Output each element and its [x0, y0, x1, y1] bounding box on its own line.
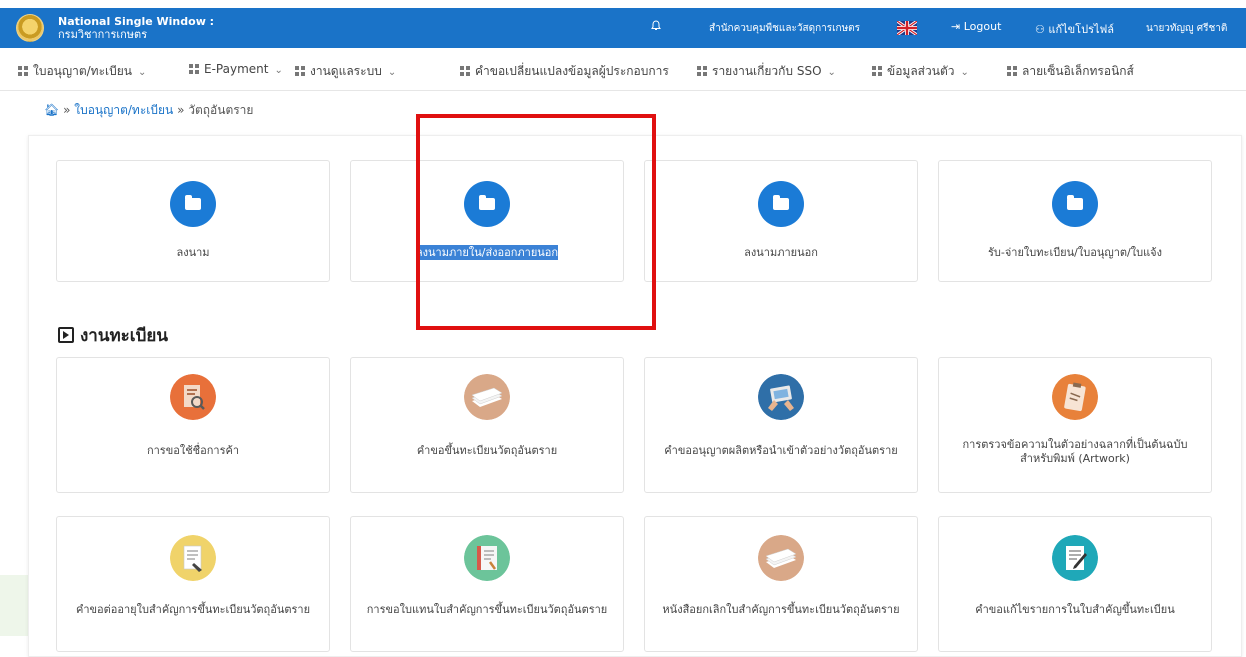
tablet-hand-icon	[758, 374, 804, 420]
menu-license-registration[interactable]: ใบอนุญาต/ทะเบียน ⌄	[18, 62, 146, 81]
play-square-icon	[58, 327, 74, 343]
edit-note-icon	[1052, 535, 1098, 581]
grid-icon	[18, 66, 28, 76]
breadcrumb: 🏠︎ » ใบอนุญาต/ทะเบียน » วัตถุอันตราย	[44, 101, 253, 120]
breadcrumb-current: วัตถุอันตราย	[188, 103, 254, 117]
background-accent	[0, 575, 28, 636]
menu-label: รายงานเกี่ยวกับ SSO	[712, 64, 822, 78]
folder-icon	[170, 181, 216, 227]
breadcrumb-link-license[interactable]: ใบอนุญาต/ทะเบียน	[74, 103, 173, 117]
department-link[interactable]: สำนักควบคุมพืชและวัสดุการเกษตร	[709, 21, 860, 36]
edit-profile-label: แก้ไขโปรไฟล์	[1048, 23, 1115, 36]
card-label: คำขออนุญาตผลิตหรือนำเข้าตัวอย่างวัตถุอัน…	[664, 444, 898, 457]
uk-flag-icon[interactable]	[897, 21, 917, 35]
card-trade-name[interactable]: การขอใช้ชื่อการค้า	[56, 357, 330, 493]
menu-change-operator-info[interactable]: คำขอเปลี่ยนแปลงข้อมูลผู้ประกอบการ	[460, 62, 669, 81]
menu-label: งานดูแลระบบ	[310, 64, 382, 78]
chevron-down-icon: ⌄	[827, 67, 836, 78]
card-label: ลงนาม	[176, 246, 210, 259]
menu-e-signature[interactable]: ลายเซ็นอิเล็กทรอนิกส์	[1007, 62, 1134, 81]
user-name[interactable]: นายวทัญญู ศรีชาติ	[1146, 21, 1227, 36]
folder-icon	[758, 181, 804, 227]
card-label: หนังสือยกเลิกใบสำคัญการขึ้นทะเบียนวัตถุอ…	[662, 603, 900, 616]
card-label: คำขอต่ออายุใบสำคัญการขึ้นทะเบียนวัตถุอัน…	[75, 603, 311, 616]
brand-line2: กรมวิชาการเกษตร	[58, 28, 148, 41]
card-sample-permit[interactable]: คำขออนุญาตผลิตหรือนำเข้าตัวอย่างวัตถุอัน…	[644, 357, 918, 493]
card-sign[interactable]: ลงนาม	[56, 160, 330, 282]
paper-stack-icon	[464, 374, 510, 420]
logout-button[interactable]: ⇥ Logout	[951, 20, 1001, 33]
chevron-down-icon: ⌄	[960, 67, 969, 78]
card-cancellation-letter[interactable]: หนังสือยกเลิกใบสำคัญการขึ้นทะเบียนวัตถุอ…	[644, 516, 918, 652]
card-label: คำขอขึ้นทะเบียนวัตถุอันตราย	[416, 444, 558, 457]
card-sign-external[interactable]: ลงนามภายนอก	[644, 160, 918, 282]
department-logo	[16, 14, 44, 42]
logout-icon: ⇥	[951, 20, 961, 33]
document-search-icon	[170, 374, 216, 420]
card-renewal[interactable]: คำขอต่ออายุใบสำคัญการขึ้นทะเบียนวัตถุอัน…	[56, 516, 330, 652]
grid-icon	[697, 66, 707, 76]
clipboard-icon	[1052, 374, 1098, 420]
red-highlight-box	[416, 114, 656, 330]
menu-personal-info[interactable]: ข้อมูลส่วนตัว ⌄	[872, 62, 969, 81]
card-register-hazardous[interactable]: คำขอขึ้นทะเบียนวัตถุอันตราย	[350, 357, 624, 493]
grid-icon	[460, 66, 470, 76]
brand[interactable]: National Single Window : กรมวิชาการเกษตร	[58, 15, 214, 41]
menu-epayment[interactable]: E-Payment ⌄	[189, 62, 283, 76]
card-label: การขอใช้ชื่อการค้า	[146, 444, 240, 457]
chevron-down-icon: ⌄	[387, 67, 397, 78]
grid-icon	[872, 66, 882, 76]
chevron-down-icon: ⌄	[138, 67, 147, 78]
grid-icon	[295, 66, 305, 76]
breadcrumb-separator: »	[63, 103, 71, 117]
menu-label: ใบอนุญาต/ทะเบียน	[33, 64, 132, 78]
card-replacement[interactable]: การขอใบแทนใบสำคัญการขึ้นทะเบียนวัตถุอันต…	[350, 516, 624, 652]
card-amend-items[interactable]: คำขอแก้ไขรายการในใบสำคัญขึ้นทะเบียน	[938, 516, 1212, 652]
menu-system-admin[interactable]: งานดูแลระบบ ⌄	[295, 62, 396, 81]
main-menu-bar: ใบอนุญาต/ทะเบียน ⌄ E-Payment ⌄ งานดูแลระบบ…	[0, 48, 1246, 91]
card-artwork-check[interactable]: การตรวจข้อความในตัวอย่างฉลากที่เป็นต้นฉบ…	[938, 357, 1212, 493]
document-icon	[170, 535, 216, 581]
menu-sso-report[interactable]: รายงานเกี่ยวกับ SSO ⌄	[697, 62, 836, 81]
grid-icon	[1007, 66, 1017, 76]
paper-stack-icon	[758, 535, 804, 581]
menu-label: E-Payment	[204, 62, 269, 76]
card-label: การตรวจข้อความในตัวอย่างฉลากที่เป็นต้นฉบ…	[962, 438, 1188, 465]
section-title-registration: งานทะเบียน	[58, 322, 168, 349]
breadcrumb-separator: »	[177, 103, 185, 117]
edit-profile-button[interactable]: ⚇ แก้ไขโปรไฟล์	[1035, 20, 1114, 38]
folder-icon	[1052, 181, 1098, 227]
brand-line1: National Single Window :	[58, 15, 215, 28]
user-icon: ⚇	[1035, 23, 1045, 36]
home-icon[interactable]: 🏠︎	[44, 103, 59, 117]
menu-label: คำขอเปลี่ยนแปลงข้อมูลผู้ประกอบการ	[475, 64, 669, 78]
grid-icon	[189, 64, 199, 74]
notebook-icon	[464, 535, 510, 581]
menu-label: ข้อมูลส่วนตัว	[887, 64, 955, 78]
card-label: รับ-จ่ายใบทะเบียน/ใบอนุญาต/ใบแจ้ง	[988, 246, 1162, 259]
section-title-text: งานทะเบียน	[80, 326, 168, 346]
menu-label: ลายเซ็นอิเล็กทรอนิกส์	[1022, 64, 1134, 78]
chevron-down-icon: ⌄	[274, 65, 283, 76]
card-label: คำขอแก้ไขรายการในใบสำคัญขึ้นทะเบียน	[975, 603, 1175, 616]
card-label: ลงนามภายนอก	[744, 246, 818, 259]
top-header-bar: National Single Window : กรมวิชาการเกษตร…	[0, 8, 1246, 48]
bell-icon[interactable]	[651, 20, 661, 31]
card-label: การขอใบแทนใบสำคัญการขึ้นทะเบียนวัตถุอันต…	[366, 603, 608, 616]
logout-label: Logout	[963, 20, 1002, 33]
card-receive-dispatch[interactable]: รับ-จ่ายใบทะเบียน/ใบอนุญาต/ใบแจ้ง	[938, 160, 1212, 282]
